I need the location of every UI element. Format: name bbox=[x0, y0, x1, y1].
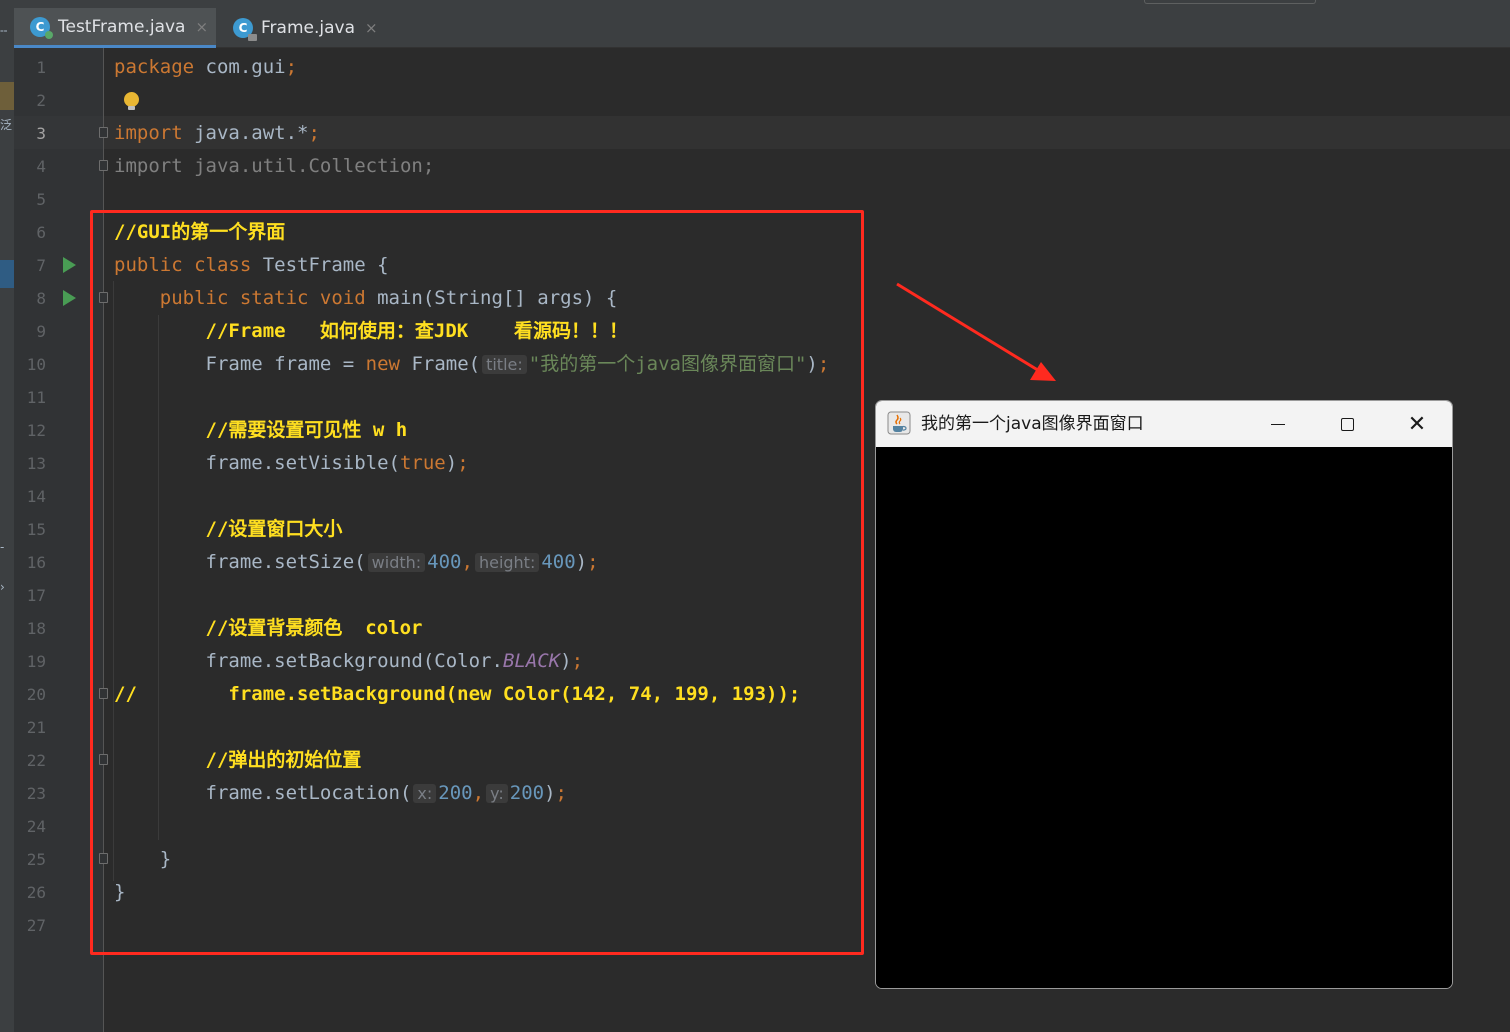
minimize-icon bbox=[1271, 423, 1285, 425]
maximize-button[interactable] bbox=[1324, 401, 1370, 447]
frame-content-area[interactable] bbox=[876, 447, 1452, 988]
java-cup-icon bbox=[887, 411, 911, 435]
window-titlebar[interactable]: 我的第一个java图像界面窗口 ✕ bbox=[876, 401, 1452, 447]
minimize-button[interactable] bbox=[1255, 401, 1301, 447]
maximize-icon bbox=[1340, 417, 1354, 431]
java-frame-window[interactable]: 我的第一个java图像界面窗口 ✕ bbox=[875, 400, 1453, 989]
close-icon: ✕ bbox=[1407, 411, 1427, 437]
close-button[interactable]: ✕ bbox=[1394, 401, 1440, 447]
window-title: 我的第一个java图像界面窗口 bbox=[921, 414, 1144, 434]
